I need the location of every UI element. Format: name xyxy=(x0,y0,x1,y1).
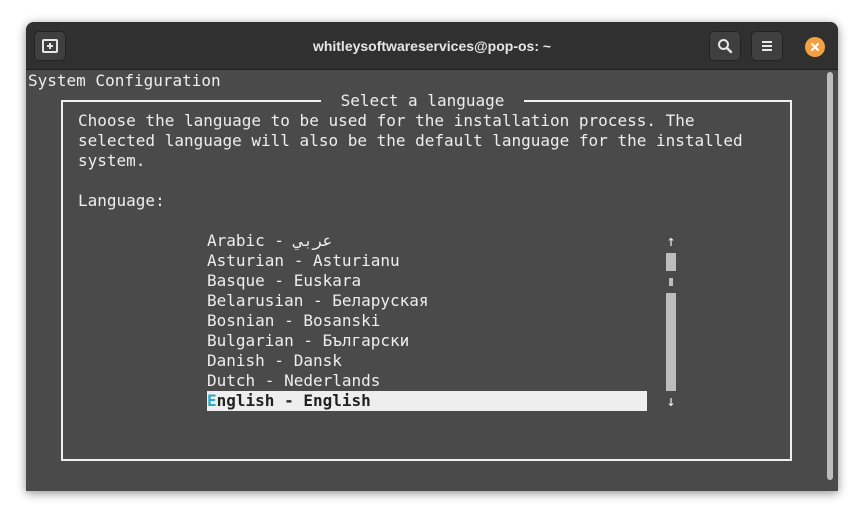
system-configuration-header: System Configuration xyxy=(28,71,221,90)
scroll-up-arrow-icon[interactable]: ↑ xyxy=(665,231,677,251)
close-button[interactable] xyxy=(805,37,825,57)
terminal-area[interactable]: System Configuration Select a language C… xyxy=(26,70,838,491)
description-line-2: selected language will also be the defau… xyxy=(78,131,743,150)
language-option-selected[interactable]: English - English xyxy=(207,391,647,411)
terminal-scrollbar[interactable] xyxy=(827,72,833,480)
language-option[interactable]: Bosnian - Bosanski xyxy=(207,311,380,331)
title-bar: whitleysoftwareservices@pop-os: ~ xyxy=(26,22,838,70)
dialog-title-text: Select a language xyxy=(340,91,505,110)
language-option[interactable]: Dutch - Nederlands xyxy=(207,371,380,391)
description-line-3: system. xyxy=(78,151,146,170)
language-option[interactable]: Danish - Dansk xyxy=(207,351,342,371)
new-tab-button[interactable] xyxy=(34,31,66,61)
selected-hotkey: E xyxy=(207,391,217,410)
list-scroll-thumb[interactable] xyxy=(669,278,673,286)
description-line-1: Choose the language to be used for the i… xyxy=(78,111,695,130)
dialog-title: Select a language xyxy=(321,91,524,111)
search-button[interactable] xyxy=(709,31,741,61)
selected-label: nglish - English xyxy=(216,391,371,410)
search-icon xyxy=(718,39,733,54)
list-scroll-track-segment xyxy=(666,253,676,271)
hamburger-menu-icon xyxy=(762,41,772,51)
scroll-down-arrow-icon[interactable]: ↓ xyxy=(665,391,677,411)
language-option[interactable]: Basque - Euskara xyxy=(207,271,361,291)
terminal-window: whitleysoftwareservices@pop-os: ~ System… xyxy=(26,22,838,491)
language-option[interactable]: Arabic - عربي xyxy=(207,231,332,251)
language-option[interactable]: Bulgarian - Български xyxy=(207,331,409,351)
menu-button[interactable] xyxy=(751,31,783,61)
new-tab-icon xyxy=(42,39,58,53)
close-icon xyxy=(811,43,819,51)
language-prompt: Language: xyxy=(78,191,165,210)
list-scroll-track xyxy=(666,293,676,391)
language-option[interactable]: Asturian - Asturianu xyxy=(207,251,400,271)
language-option[interactable]: Belarusian - Беларуская xyxy=(207,291,429,311)
